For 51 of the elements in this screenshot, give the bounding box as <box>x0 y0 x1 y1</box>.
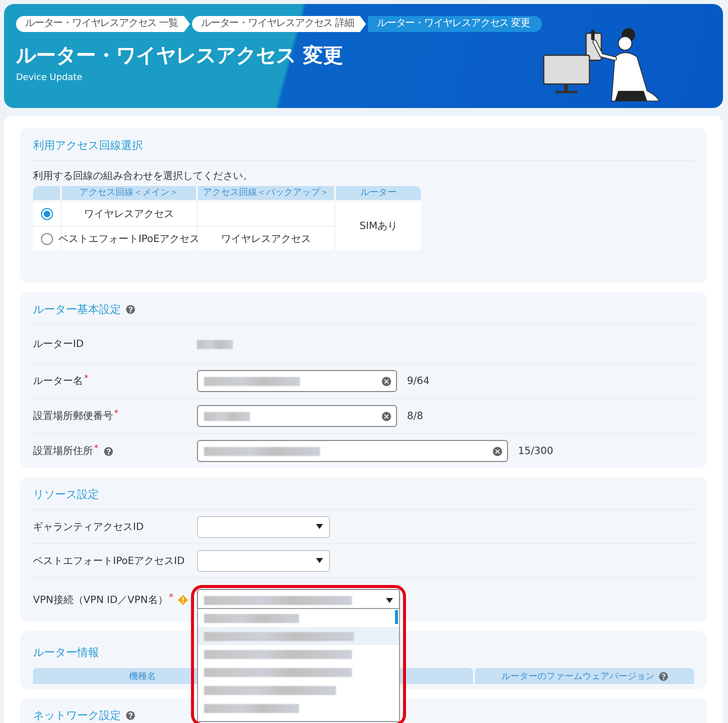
page-title: ルーター・ワイヤレスアクセス 変更 <box>16 42 344 69</box>
warning-icon <box>178 595 188 605</box>
field-label: 設置場所住所 <box>33 444 93 458</box>
table-header: ルーター <box>336 186 421 200</box>
field-label: ベストエフォートIPoEアクセスID <box>33 554 185 568</box>
breadcrumb-link[interactable]: ルーター・ワイヤレスアクセス 詳細 <box>192 16 366 32</box>
radio-button[interactable] <box>40 232 52 244</box>
field-label: ルーター名 <box>33 375 83 388</box>
table-header <box>33 186 60 200</box>
help-icon[interactable] <box>126 711 135 720</box>
dropdown-caret-icon <box>316 524 323 529</box>
help-icon[interactable] <box>104 446 112 456</box>
character-counter: 9/64 <box>407 376 430 386</box>
clear-icon[interactable] <box>381 410 392 422</box>
character-counter: 15/300 <box>518 446 554 456</box>
breadcrumb-link[interactable]: ルーター・ワイヤレスアクセス 一覧 <box>16 16 190 32</box>
required-mark: * <box>94 444 98 454</box>
redacted-value <box>197 340 233 348</box>
table-header: アクセス回線＜バックアップ＞ <box>198 186 334 200</box>
help-icon[interactable] <box>126 305 135 314</box>
section-title: リソース設定 <box>33 487 99 502</box>
section-title: ルーター基本設定 <box>33 302 121 317</box>
text-input-field[interactable] <box>197 370 397 392</box>
help-icon[interactable] <box>658 672 668 680</box>
text-input-field[interactable] <box>197 405 397 427</box>
character-counter: 8/8 <box>407 410 424 422</box>
clear-icon[interactable] <box>381 376 392 386</box>
dropdown-caret-icon <box>386 598 393 602</box>
instruction-text: 利用する回線の組み合わせを選択してください。 <box>33 170 254 183</box>
table-cell: SIMあり <box>336 202 421 250</box>
clear-icon[interactable] <box>492 446 503 456</box>
section-title: ネットワーク設定 <box>33 708 121 723</box>
dropdown-caret-icon <box>316 558 323 563</box>
redacted-value <box>204 412 250 420</box>
field-label: ギャランティアクセスID <box>33 520 144 534</box>
field-label: ルーターID <box>33 338 84 351</box>
section-title: ルーター情報 <box>33 646 99 659</box>
text-input-field[interactable] <box>197 440 508 462</box>
required-mark: * <box>168 593 174 603</box>
field-label: VPN接続（VPN ID／VPN名） <box>33 594 168 607</box>
radio-button[interactable] <box>40 208 52 220</box>
required-mark: * <box>114 409 118 419</box>
table-cell: ワイヤレスアクセス <box>198 227 334 250</box>
field-label: 設置場所郵便番号 <box>33 410 113 423</box>
section-title: 利用アクセス回線選択 <box>33 138 143 153</box>
required-mark: * <box>84 374 88 384</box>
table-cell: ワイヤレスアクセス <box>62 202 196 225</box>
table-header: アクセス回線＜メイン＞ <box>62 186 196 200</box>
page-subtitle: Device Update <box>16 73 84 83</box>
scrollbar-thumb[interactable] <box>395 610 398 624</box>
table-header: ルーターのファームウェアバージョン <box>475 668 694 684</box>
